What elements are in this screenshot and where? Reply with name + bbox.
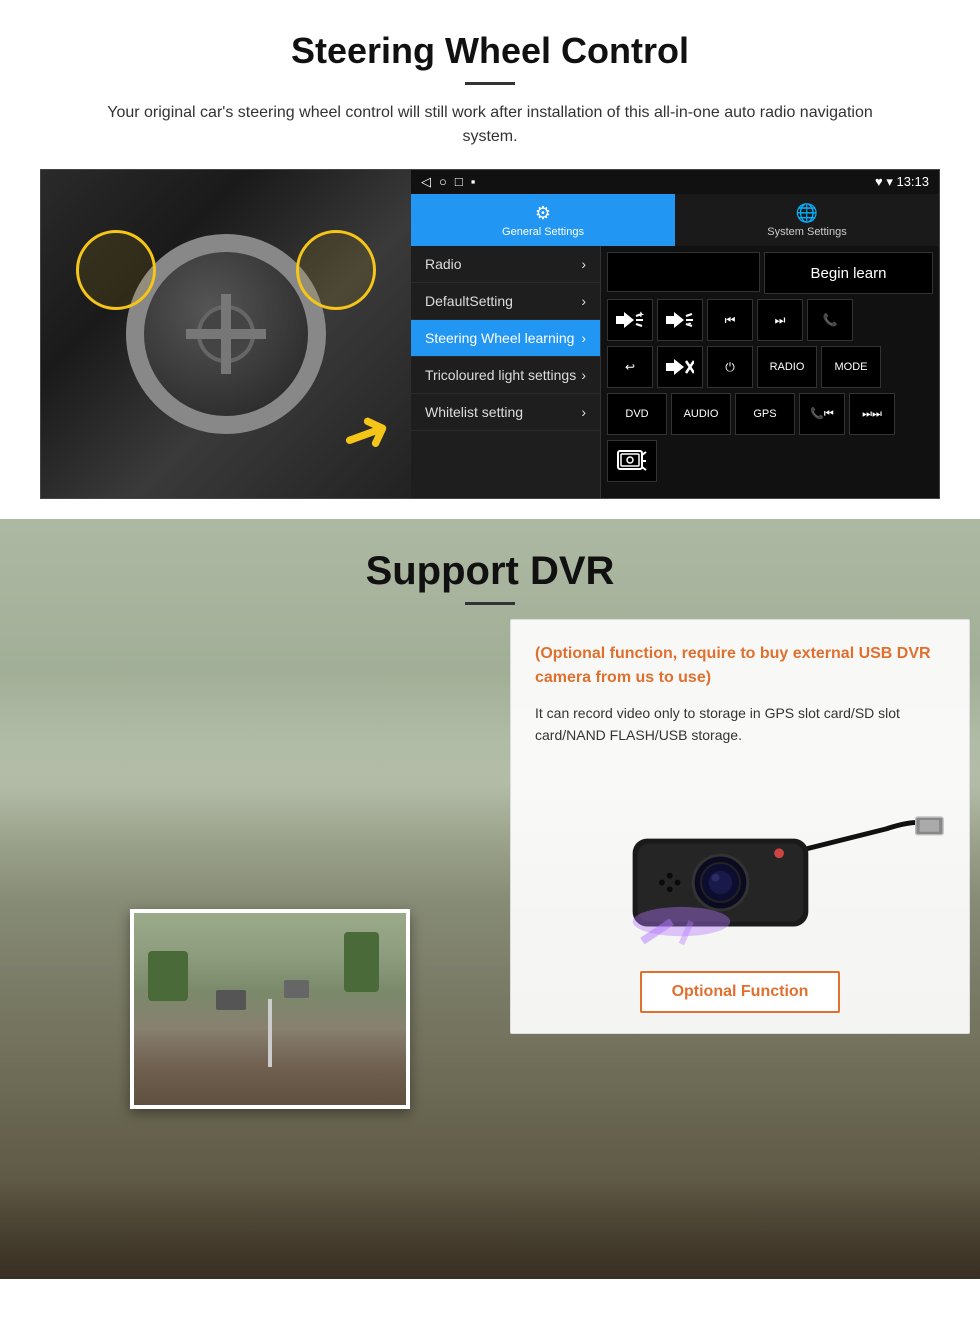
tab-system[interactable]: 🌐 System Settings [675,194,939,246]
highlight-left [76,230,156,310]
menu-radio-label: Radio [425,256,462,272]
optional-fn-container: Optional Function [535,963,945,1013]
next-btn[interactable]: ⏭ [757,299,803,341]
begin-learn-button[interactable]: Begin learn [764,252,933,294]
title-divider [465,82,515,85]
phone-prev-btn[interactable]: 📞⏮ [799,393,845,435]
mode-btn[interactable]: MODE [821,346,881,388]
vol-down-btn[interactable]: - [657,299,703,341]
tab-general-label: General Settings [502,226,584,238]
prev-btn[interactable]: ⏮ [707,299,753,341]
menu-list: Radio › DefaultSetting › Steering Wheel … [411,246,601,498]
vehicle-2 [284,980,309,998]
mute-icon [666,355,694,379]
phone-btn[interactable]: 📞 [807,299,853,341]
dvr-thumbnail [130,909,410,1109]
arrow-overlay: ➜ [330,392,401,475]
menu-tricolour-arrow: › [581,367,586,383]
gps-btn[interactable]: GPS [735,393,795,435]
steering-demo: ➜ ◁ ○ □ ▪ ♥ ▾ 13:13 ⚙ General Settings [40,169,940,499]
dvr-title: Support DVR [0,549,980,594]
audio-btn[interactable]: AUDIO [671,393,731,435]
control-row-2: ↩ ⏻ RADIO MODE [607,346,933,388]
tab-system-label: System Settings [767,226,846,238]
trees-left [148,951,188,1001]
road-line [268,999,272,1066]
menu-item-default[interactable]: DefaultSetting › [411,283,600,320]
menu-steering-arrow: › [581,330,586,346]
back-icon: ◁ [421,174,431,190]
menu-whitelist-label: Whitelist setting [425,404,523,420]
dvr-bottom-bar [0,1179,980,1279]
dvr-title-divider [465,602,515,605]
home-icon: ○ [439,174,447,190]
dvr-camera-svg [535,768,945,958]
android-tabs: ⚙ General Settings 🌐 System Settings [411,194,939,246]
radio-btn[interactable]: RADIO [757,346,817,388]
steering-photo: ➜ [41,170,411,498]
steering-section: Steering Wheel Control Your original car… [0,0,980,519]
tab-general[interactable]: ⚙ General Settings [411,194,675,246]
control-row-1: + - [607,299,933,341]
dvr-section: Support DVR (Optional function, require … [0,519,980,1279]
back-btn[interactable]: ↩ [607,346,653,388]
begin-learn-area [607,252,760,292]
menu-radio-arrow: › [581,256,586,272]
power-btn[interactable]: ⏻ [707,346,753,388]
menu-tricolour-label: Tricoloured light settings [425,367,576,383]
dvr-info-card: (Optional function, require to buy exter… [510,619,970,1034]
thumbnail-bg [134,913,406,1105]
menu-default-arrow: › [581,293,586,309]
menu-steering-label: Steering Wheel learning [425,330,574,346]
mute-btn[interactable] [657,346,703,388]
phone-next-btn[interactable]: ⏭⏭ [849,393,895,435]
menu-item-steering[interactable]: Steering Wheel learning › [411,320,600,357]
statusbar-right: ♥ ▾ 13:13 [875,174,929,190]
recent-icon: □ [455,174,463,190]
spoke-v [221,294,231,374]
dvr-title-area: Support DVR [0,519,980,620]
vol-down-icon: - [666,308,694,332]
begin-learn-row: Begin learn [607,252,933,294]
android-content: Radio › DefaultSetting › Steering Wheel … [411,246,939,498]
steering-title: Steering Wheel Control [40,30,940,72]
android-statusbar: ◁ ○ □ ▪ ♥ ▾ 13:13 [411,170,939,194]
highlight-right [296,230,376,310]
svg-text:+: + [638,310,644,321]
menu-item-radio[interactable]: Radio › [411,246,600,283]
record-btn[interactable] [607,440,657,482]
optional-function-button[interactable]: Optional Function [640,971,841,1013]
control-row-3: DVD AUDIO GPS 📞⏮ ⏭⏭ [607,393,933,435]
vehicle-1 [216,990,246,1010]
vol-up-icon: + [616,308,644,332]
dvr-desc-text: It can record video only to storage in G… [535,702,945,747]
statusbar-left: ◁ ○ □ ▪ [421,174,475,190]
menu-item-whitelist[interactable]: Whitelist setting › [411,394,600,431]
android-screen: ◁ ○ □ ▪ ♥ ▾ 13:13 ⚙ General Settings 🌐 S… [411,170,939,498]
record-icon [616,447,648,475]
menu-icon: ▪ [471,174,476,190]
vol-up-btn[interactable]: + [607,299,653,341]
menu-item-tricolour[interactable]: Tricoloured light settings › [411,357,600,394]
menu-whitelist-arrow: › [581,404,586,420]
dvd-btn[interactable]: DVD [607,393,667,435]
trees-right [344,932,379,992]
steering-subtitle: Your original car's steering wheel contr… [80,101,900,149]
menu-default-label: DefaultSetting [425,293,513,309]
camera-illustration [535,763,945,963]
svg-text:-: - [688,318,691,329]
control-row-4 [607,440,933,482]
system-icon: 🌐 [796,203,818,224]
controls-panel: Begin learn + [601,246,939,498]
dvr-optional-text: (Optional function, require to buy exter… [535,642,945,690]
settings-icon: ⚙ [535,203,551,224]
